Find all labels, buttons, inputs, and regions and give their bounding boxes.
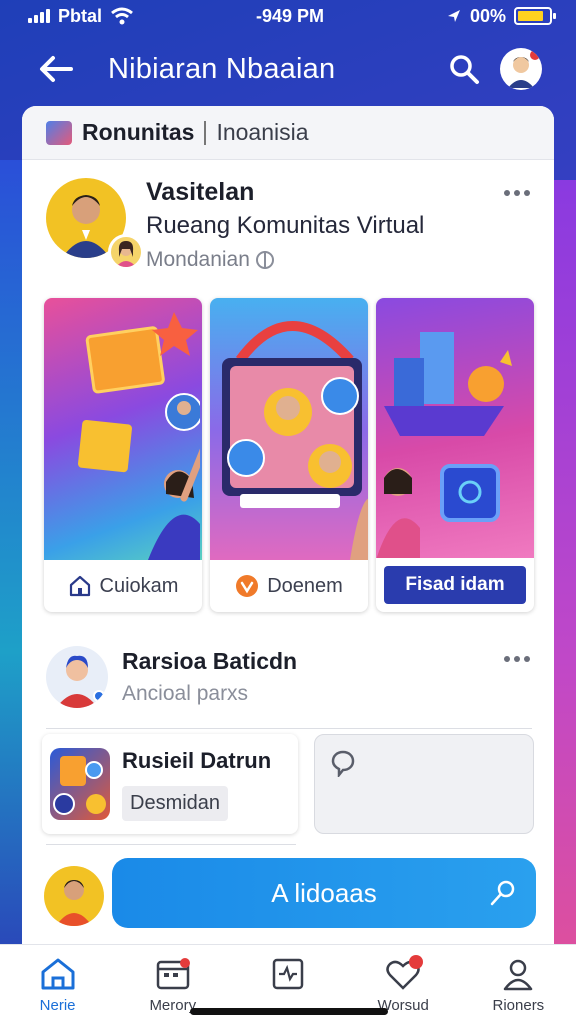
- calendar-icon: [156, 958, 190, 990]
- divider: [46, 844, 296, 845]
- create-post-button[interactable]: A lidoaas: [112, 858, 536, 928]
- divider: [204, 120, 207, 145]
- suggested-person-meta: Ancioal parxs: [122, 682, 249, 705]
- create-post-label: A lidoaas: [271, 877, 377, 908]
- arrow-left-icon: [40, 56, 73, 82]
- composer: A lidoaas: [22, 856, 554, 936]
- post-co-author-avatar[interactable]: [108, 234, 144, 270]
- group-name: Rusieil Datrun: [122, 748, 272, 773]
- suggested-person-avatar[interactable]: [46, 646, 108, 708]
- status-right: 00%: [446, 5, 556, 27]
- online-badge: [93, 690, 105, 702]
- illustration: [376, 332, 512, 559]
- person-icon: [504, 959, 533, 991]
- suggested-person[interactable]: Rarsioa Baticdn Ancioal parxs: [22, 636, 554, 726]
- app-bar: Nibiaran Nbaaian: [22, 38, 554, 100]
- pin-icon: [490, 880, 515, 906]
- post-meta-label: Mondanian: [146, 248, 250, 271]
- signal-icon: [28, 9, 50, 23]
- nav-item-activity[interactable]: [238, 957, 338, 997]
- nav-item-home[interactable]: Nerie: [8, 957, 108, 1014]
- group-thumbnail: [50, 748, 110, 820]
- avatar: [116, 241, 136, 267]
- gallery-image[interactable]: [376, 298, 534, 559]
- gallery-image[interactable]: [44, 298, 202, 560]
- page-title: Nibiaran Nbaaian: [108, 52, 336, 85]
- dot: [524, 190, 530, 196]
- gallery-tile[interactable]: Doenem: [210, 298, 368, 612]
- divider: [46, 728, 532, 729]
- tile-action-button[interactable]: Cuiokam: [44, 560, 202, 612]
- wifi-icon: [111, 7, 133, 25]
- tile-label: Cuiokam: [99, 574, 179, 597]
- clock: -949 PM: [255, 5, 324, 26]
- tile-label: Fisad idam: [405, 574, 505, 596]
- post-meta: Mondanian: [146, 248, 274, 272]
- tile-primary-button[interactable]: Fisad idam: [384, 566, 526, 604]
- search-icon: [450, 55, 479, 84]
- globe-icon: [255, 251, 274, 269]
- illustration: [78, 312, 202, 560]
- badge-icon: [236, 575, 259, 597]
- chat-icon: [331, 750, 355, 777]
- tile-label: Doenem: [267, 574, 343, 597]
- nav-item-favorites[interactable]: Worsud: [353, 955, 453, 1014]
- nav-label: Nerie: [39, 997, 76, 1014]
- status-bar: Pbtal -949 PM 00%: [0, 0, 576, 32]
- main-card: Ronunitas Inoanisia Vasitelan Rueang Kom…: [22, 106, 554, 956]
- post-gallery: Cuiokam Doenem Fisad idam: [44, 298, 534, 612]
- tile-action-button[interactable]: Doenem: [210, 560, 368, 612]
- group-tag: Desmidan: [122, 786, 229, 821]
- battery-fill: [517, 11, 543, 21]
- dot: [524, 656, 530, 662]
- dot: [504, 656, 510, 662]
- post-group-name[interactable]: Rueang Komunitas Virtual: [146, 212, 424, 240]
- dot: [504, 190, 510, 196]
- dot: [514, 656, 520, 662]
- suggested-person-name[interactable]: Rarsioa Baticdn: [122, 648, 297, 675]
- notification-dot: [530, 50, 540, 60]
- home-icon: [41, 958, 75, 990]
- placeholder-card[interactable]: [314, 734, 534, 834]
- illustration: [53, 756, 106, 815]
- community-name: Ronunitas: [82, 119, 195, 145]
- home-indicator: [190, 1008, 388, 1015]
- gallery-tile[interactable]: Cuiokam: [44, 298, 202, 612]
- nav-item-profile[interactable]: Rioners: [468, 957, 568, 1014]
- gallery-tile[interactable]: Fisad idam: [376, 298, 534, 612]
- location-icon: [447, 10, 460, 22]
- right-edge-glow: [554, 180, 576, 980]
- community-header[interactable]: Ronunitas Inoanisia: [22, 106, 554, 160]
- home-icon: [69, 575, 90, 597]
- group-card[interactable]: Rusieil Datrun Desmidan: [42, 734, 298, 834]
- dot: [514, 190, 520, 196]
- community-region: Inoanisia: [216, 119, 309, 145]
- illustration: [222, 321, 368, 560]
- back-button[interactable]: [34, 47, 78, 91]
- post-author-name[interactable]: Vasitelan: [146, 178, 254, 207]
- battery-icon: [513, 7, 556, 25]
- nav-label: Rioners: [492, 997, 545, 1014]
- left-edge-glow: [0, 160, 22, 980]
- nav-item-calendar[interactable]: Merory: [123, 957, 223, 1014]
- post-more-button[interactable]: [504, 190, 530, 196]
- my-avatar[interactable]: [44, 866, 104, 926]
- search-button[interactable]: [442, 47, 486, 91]
- suggested-more-button[interactable]: [504, 656, 530, 662]
- status-left: Pbtal: [28, 6, 134, 27]
- battery-percent: 00%: [469, 5, 506, 26]
- activity-icon: [272, 958, 304, 990]
- community-icon: [46, 120, 72, 145]
- gallery-image[interactable]: [210, 298, 368, 560]
- profile-avatar-button[interactable]: [500, 48, 542, 90]
- avatar: [56, 880, 92, 926]
- carrier-label: Pbtal: [58, 5, 103, 26]
